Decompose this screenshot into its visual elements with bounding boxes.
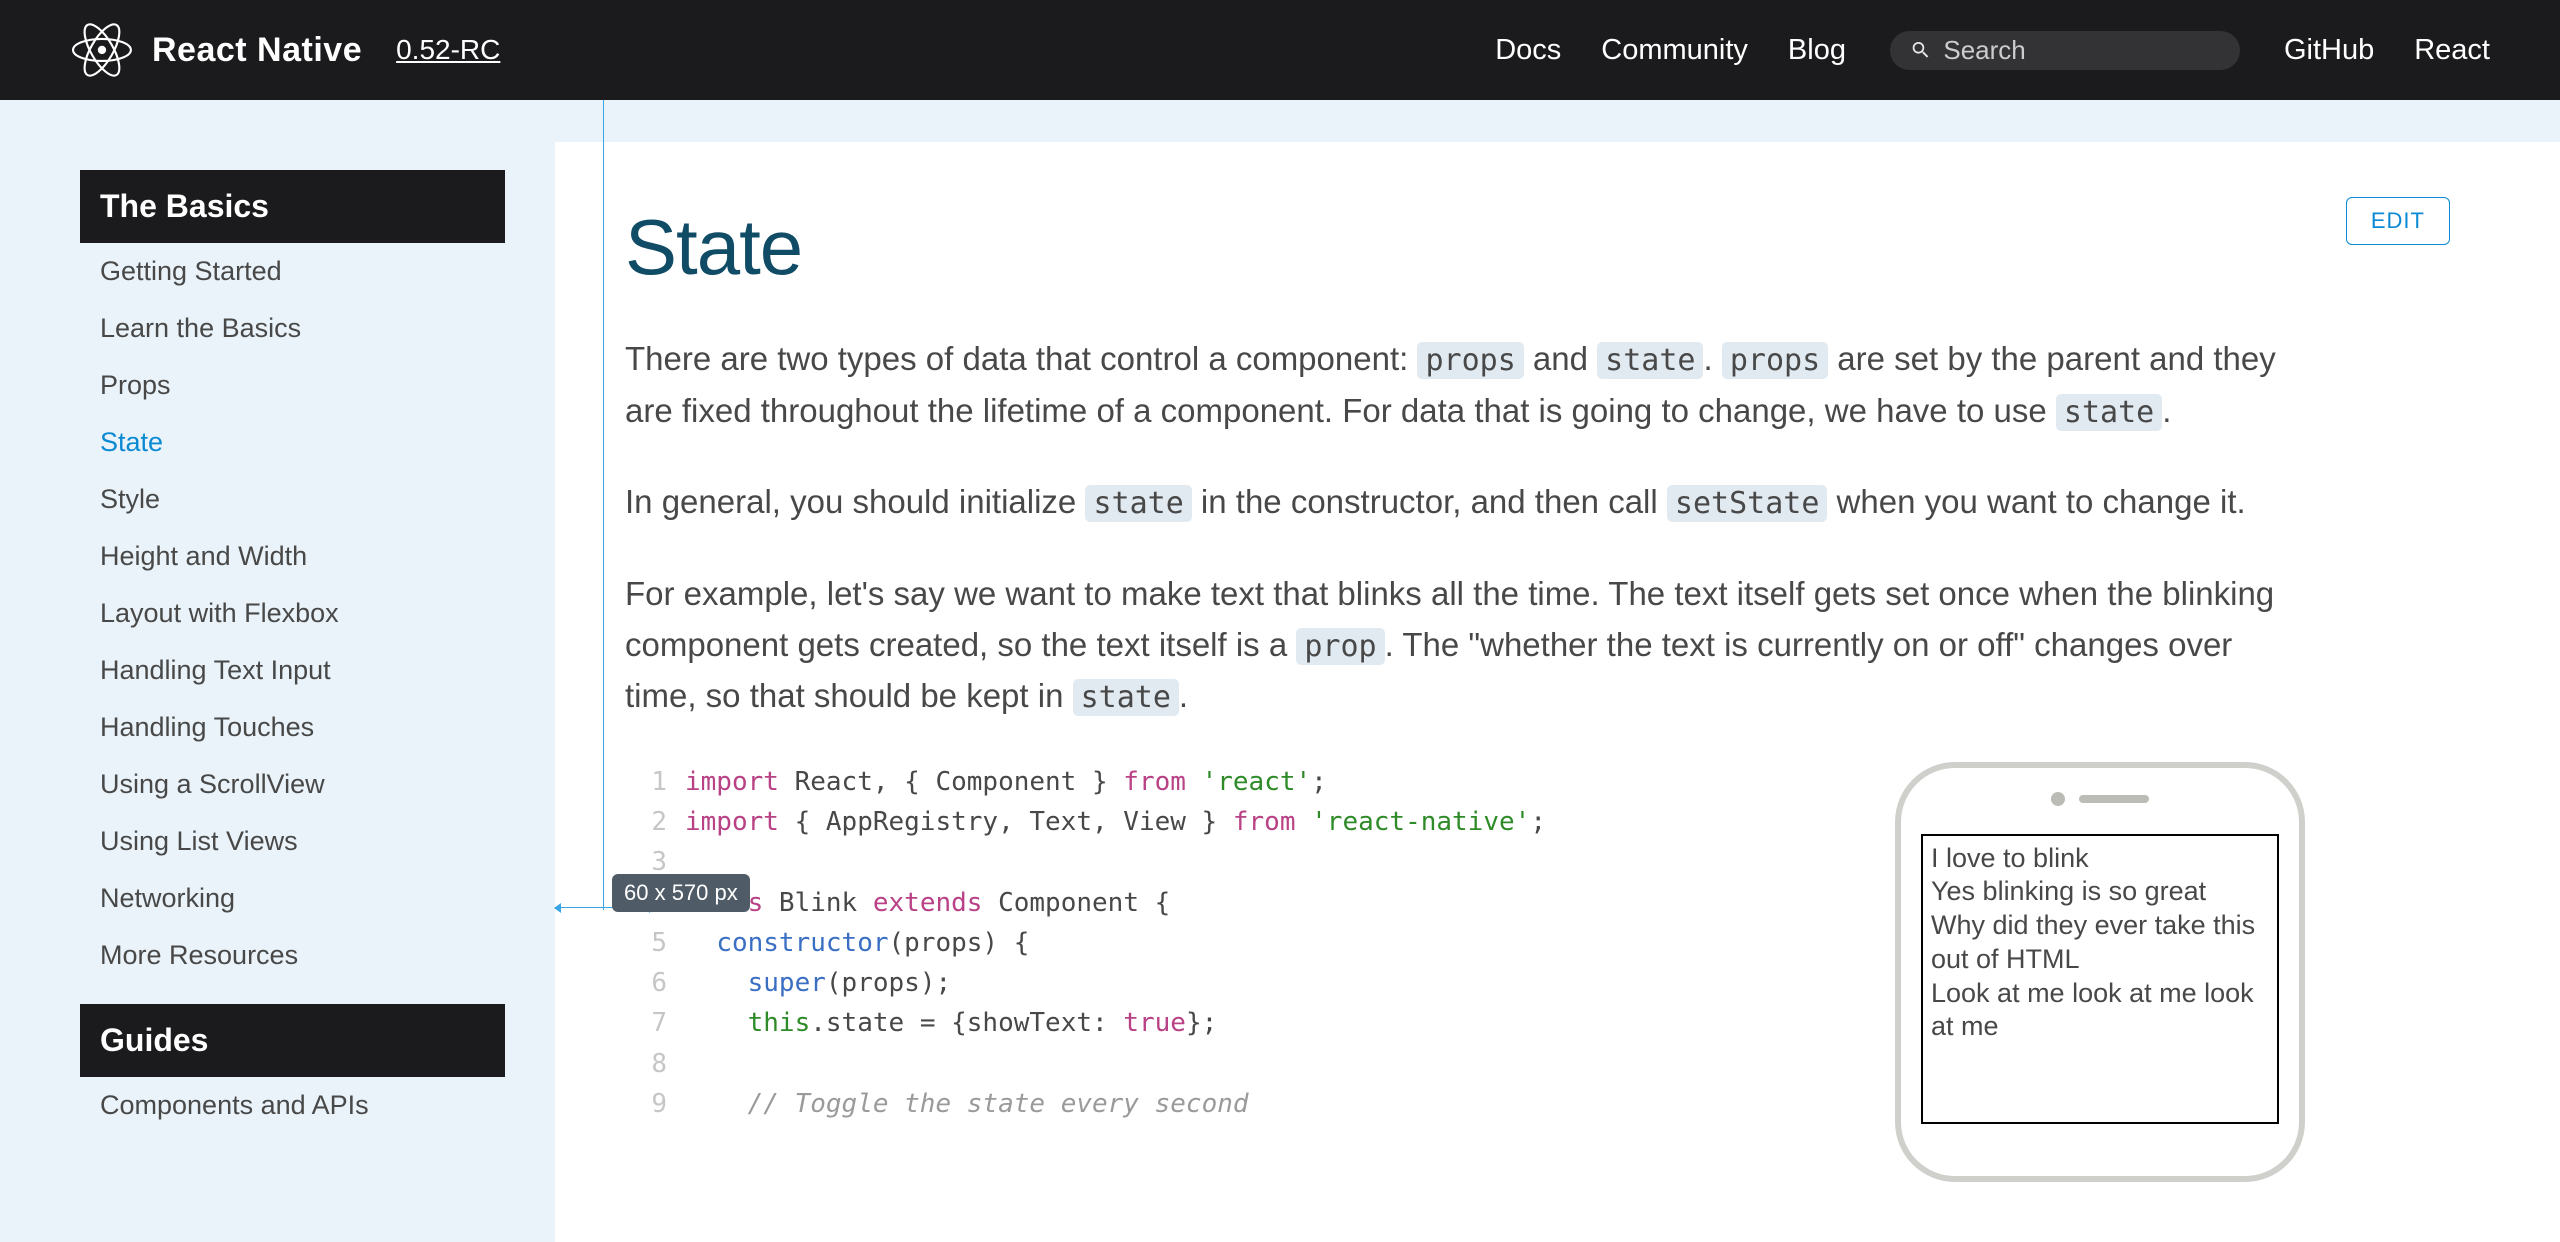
paragraph-2: In general, you should initialize state …: [625, 476, 2305, 528]
phone-line: Look at me look at me look at me: [1931, 977, 2269, 1045]
code-state: state: [1085, 485, 1191, 522]
code-state: state: [1073, 679, 1179, 716]
phone-line: I love to blink: [1931, 842, 2269, 876]
devtools-guide-vertical: [603, 100, 604, 910]
code-state: state: [1597, 342, 1703, 379]
paragraph-1: There are two types of data that control…: [625, 333, 2305, 436]
nav-blog[interactable]: Blog: [1788, 34, 1846, 67]
devtools-size-tooltip: 60 x 570 px: [612, 874, 750, 912]
sidebar-item-more-resources[interactable]: More Resources: [80, 927, 505, 984]
sidebar-item-scrollview[interactable]: Using a ScrollView: [80, 756, 505, 813]
logo-wrap[interactable]: React Native 0.52-RC: [70, 18, 500, 82]
sidebar-item-text-input[interactable]: Handling Text Input: [80, 642, 505, 699]
sidebar-section-guides: Guides: [80, 1004, 505, 1077]
version-link[interactable]: 0.52-RC: [396, 34, 500, 66]
search-box[interactable]: [1890, 31, 2240, 70]
code-setstate: setState: [1667, 485, 1828, 522]
search-input[interactable]: [1943, 35, 2220, 66]
code-prop: prop: [1296, 628, 1384, 665]
sidebar-item-style[interactable]: Style: [80, 471, 505, 528]
phone-camera-icon: [2051, 792, 2065, 806]
code-block[interactable]: 1import React, { Component } from 'react…: [625, 762, 1855, 1125]
edit-button[interactable]: EDIT: [2346, 197, 2450, 245]
sidebar: The Basics Getting Started Learn the Bas…: [0, 100, 555, 1242]
code-props: props: [1722, 342, 1828, 379]
sidebar-item-networking[interactable]: Networking: [80, 870, 505, 927]
header: React Native 0.52-RC Docs Community Blog…: [0, 0, 2560, 100]
page-title: State: [625, 202, 2450, 293]
sidebar-item-getting-started[interactable]: Getting Started: [80, 243, 505, 300]
phone-preview: I love to blink Yes blinking is so great…: [1895, 762, 2305, 1182]
code-props: props: [1417, 342, 1523, 379]
phone-line: Why did they ever take this out of HTML: [1931, 909, 2269, 977]
sidebar-item-state[interactable]: State: [80, 414, 505, 471]
sidebar-item-listviews[interactable]: Using List Views: [80, 813, 505, 870]
content: EDIT State There are two types of data t…: [555, 142, 2560, 1242]
brand-text: React Native: [152, 31, 362, 70]
nav-community[interactable]: Community: [1601, 34, 1748, 67]
search-icon: [1910, 38, 1931, 62]
nav-react[interactable]: React: [2414, 34, 2490, 67]
phone-speaker-icon: [2079, 795, 2149, 803]
code-state: state: [2056, 394, 2162, 431]
top-nav: Docs Community Blog GitHub React: [1495, 31, 2490, 70]
sidebar-item-learn-basics[interactable]: Learn the Basics: [80, 300, 505, 357]
sidebar-item-height-width[interactable]: Height and Width: [80, 528, 505, 585]
nav-docs[interactable]: Docs: [1495, 34, 1561, 67]
phone-screen: I love to blink Yes blinking is so great…: [1921, 834, 2279, 1124]
react-logo-icon: [70, 18, 134, 82]
sidebar-item-props[interactable]: Props: [80, 357, 505, 414]
sidebar-section-basics: The Basics: [80, 170, 505, 243]
sidebar-item-touches[interactable]: Handling Touches: [80, 699, 505, 756]
paragraph-3: For example, let's say we want to make t…: [625, 568, 2305, 722]
sidebar-item-flexbox[interactable]: Layout with Flexbox: [80, 585, 505, 642]
phone-line: Yes blinking is so great: [1931, 875, 2269, 909]
nav-github[interactable]: GitHub: [2284, 34, 2374, 67]
sidebar-item-components-apis[interactable]: Components and APIs: [80, 1077, 505, 1134]
